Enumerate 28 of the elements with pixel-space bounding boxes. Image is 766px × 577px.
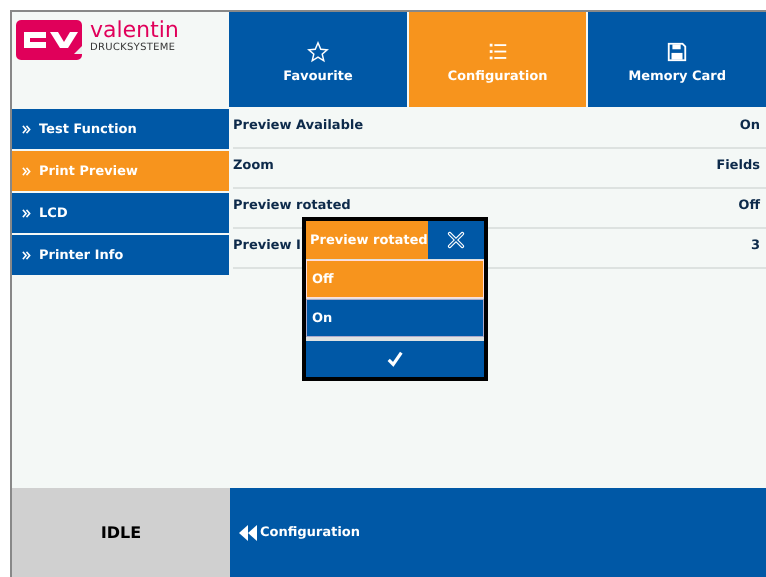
setting-value: On [740, 118, 760, 133]
setting-label: Zoom [233, 158, 274, 173]
setting-value: Off [738, 198, 760, 213]
sidebar-item[interactable]: LCD [12, 193, 229, 233]
setting-label: Preview I [233, 238, 301, 253]
tab[interactable]: Memory Card [588, 12, 766, 107]
setting-label: Preview Available [233, 118, 364, 133]
close-icon [447, 231, 465, 249]
dialog-title: Preview rotated [306, 221, 428, 259]
double-chevron-icon [22, 250, 31, 260]
checkmark-icon [386, 350, 404, 368]
logo-subtitle: DRUCKSYSTEME [90, 42, 176, 53]
setting-label: Preview rotated [233, 198, 351, 213]
logo-name: valentin [90, 20, 179, 42]
sidebar-item[interactable]: Test Function [12, 109, 229, 149]
dialog-option[interactable]: On [306, 299, 484, 337]
back-button[interactable]: Configuration [238, 520, 360, 544]
star-icon [306, 41, 329, 63]
double-chevron-icon [22, 166, 31, 176]
tab[interactable]: Favourite [229, 12, 407, 107]
sidebar-item[interactable]: Printer Info [12, 235, 229, 275]
status-text: IDLE [12, 488, 230, 577]
setting-value: Fields [716, 158, 760, 173]
setting-value: 3 [750, 238, 760, 253]
double-chevron-icon [22, 124, 31, 134]
double-chevron-icon [22, 208, 31, 218]
close-button[interactable] [428, 221, 484, 259]
double-arrow-left-icon [238, 524, 258, 540]
